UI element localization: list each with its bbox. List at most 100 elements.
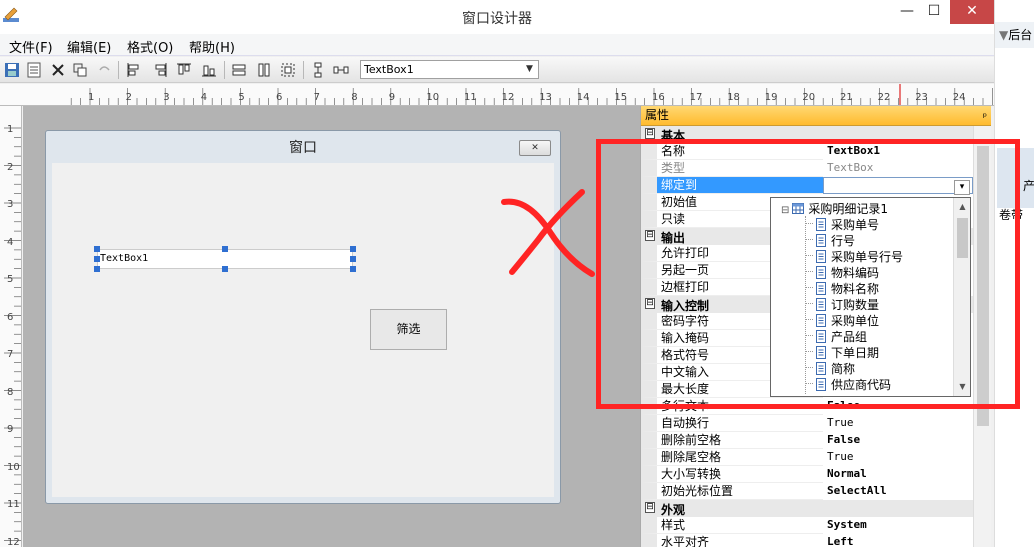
resize-handle[interactable] [350, 246, 356, 252]
background-window-tab[interactable]: ▼后台 [995, 22, 1034, 48]
prop-row-trim-leading[interactable]: 删除前空格 False [641, 432, 973, 449]
tree-field-item[interactable]: 采购单位 [805, 312, 879, 328]
align-left-icon[interactable] [126, 62, 142, 78]
menu-help[interactable]: 帮助(H) [189, 37, 235, 56]
pin-icon[interactable]: ᵖ [983, 108, 987, 127]
scroll-up-icon[interactable]: ▲ [956, 200, 969, 214]
save-icon[interactable] [4, 62, 20, 78]
menu-edit[interactable]: 编辑(E) [67, 37, 111, 56]
category-basic[interactable]: ⊟ 基本 [641, 126, 973, 143]
ruler-label: 23 [915, 92, 928, 103]
design-canvas[interactable]: 窗口 ✕ TextBox1 筛选 [23, 106, 640, 547]
ruler-label: 11 [464, 92, 477, 103]
tree-field-item[interactable]: 供应商代码 [805, 376, 891, 392]
prop-row-style[interactable]: 样式 System [641, 517, 973, 534]
scrollbar-thumb[interactable] [977, 146, 989, 426]
prop-row-case-convert[interactable]: 大小写转换 Normal [641, 466, 973, 483]
prop-row-bind-to[interactable]: 绑定到 [641, 177, 973, 194]
tree-field-item[interactable]: 下单日期 [805, 344, 879, 360]
tree-root-node[interactable]: ⊟ 采购明细记录1 [781, 200, 888, 216]
prop-name: 删除前空格 [641, 432, 823, 449]
collapse-icon[interactable]: ⊟ [645, 230, 655, 241]
ruler-label: 5 [238, 92, 245, 103]
resize-handle[interactable] [94, 246, 100, 252]
maximize-button[interactable]: ☐ [922, 0, 946, 24]
tree-field-label: 采购单号 [831, 218, 880, 232]
scroll-down-icon[interactable]: ▼ [956, 380, 969, 394]
same-width-icon[interactable] [231, 62, 247, 78]
properties-icon[interactable] [26, 62, 42, 78]
ruler-label: 12 [7, 536, 20, 547]
title-bar: 窗口设计器 — ☐ ✕ [0, 0, 994, 34]
prop-value[interactable]: True [823, 449, 973, 466]
align-right-icon[interactable] [152, 62, 168, 78]
ruler-label: 12 [501, 92, 515, 103]
control-selector[interactable]: TextBox1 ▼ [360, 60, 539, 79]
prop-row-horizontal-align[interactable]: 水平对齐 Left [641, 534, 973, 547]
tree-scrollbar[interactable]: ▲ ▼ [953, 198, 970, 396]
form-body[interactable]: TextBox1 筛选 [52, 163, 554, 497]
menu-format[interactable]: 格式(O) [127, 37, 173, 56]
resize-handle[interactable] [222, 246, 228, 252]
minimize-button[interactable]: — [895, 0, 919, 24]
prop-value[interactable]: Left [823, 534, 973, 547]
tree-expand-icon[interactable]: ⊟ [781, 205, 789, 216]
prop-row-name[interactable]: 名称 TextBox1 [641, 143, 973, 160]
tree-field-item[interactable]: 简称 [805, 360, 855, 376]
align-bottom-icon[interactable] [201, 62, 217, 78]
undo-icon[interactable] [96, 62, 112, 78]
vertical-spacing-icon[interactable] [310, 62, 326, 78]
tree-field-item[interactable]: 行号 [805, 232, 855, 248]
form-window[interactable]: 窗口 ✕ TextBox1 筛选 [45, 130, 561, 504]
field-icon [816, 250, 826, 263]
same-size-icon[interactable] [280, 62, 296, 78]
filter-button[interactable]: 筛选 [370, 309, 447, 350]
prop-row-multiline[interactable]: 多行文本 False [641, 398, 973, 415]
bind-to-input[interactable] [823, 177, 973, 194]
prop-value[interactable]: System [823, 517, 973, 534]
prop-name: 类型 [641, 160, 823, 177]
property-scrollbar[interactable] [973, 126, 991, 547]
field-tree-dropdown[interactable]: ⊟ 采购明细记录1 采购单号 行号 采购单号行号 物料编码 物料名称 订购数量 采购单位 产品组… [770, 197, 971, 397]
copy-icon[interactable] [72, 62, 88, 78]
prop-value[interactable]: True [823, 415, 973, 432]
resize-handle[interactable] [94, 256, 100, 262]
prop-row-trim-trailing[interactable]: 删除尾空格 True [641, 449, 973, 466]
tree-field-item[interactable]: 采购单号行号 [805, 248, 903, 264]
category-appearance[interactable]: ⊟ 外观 [641, 500, 973, 517]
prop-value[interactable]: TextBox1 [823, 143, 973, 160]
same-height-icon[interactable] [256, 62, 272, 78]
collapse-icon[interactable]: ⊟ [645, 502, 655, 513]
tree-field-item[interactable]: 订购数量 [805, 296, 879, 312]
prop-row-initial-cursor[interactable]: 初始光标位置 SelectAll [641, 483, 973, 500]
menu-file[interactable]: 文件(F) [9, 37, 53, 56]
resize-handle[interactable] [350, 256, 356, 262]
form-close-button[interactable]: ✕ [519, 140, 551, 156]
resize-handle[interactable] [350, 266, 356, 272]
prop-row-word-wrap[interactable]: 自动换行 True [641, 415, 973, 432]
prop-value[interactable]: False [823, 398, 973, 415]
prop-value[interactable]: SelectAll [823, 483, 973, 500]
scrollbar-thumb[interactable] [957, 218, 968, 258]
ruler-label: 1 [7, 124, 14, 135]
resize-handle[interactable] [94, 266, 100, 272]
collapse-icon[interactable]: ⊟ [645, 298, 655, 309]
background-window-text: 卷带 [999, 208, 1024, 222]
prop-name: 绑定到 [641, 177, 823, 194]
chevron-down-icon[interactable]: ▼ [522, 62, 537, 77]
delete-icon[interactable] [50, 62, 66, 78]
collapse-icon[interactable]: ⊟ [645, 128, 655, 139]
tree-field-item[interactable]: 采购单号 [805, 216, 880, 232]
prop-value[interactable]: Normal [823, 466, 973, 483]
ruler-label: 9 [7, 424, 14, 435]
tree-field-item[interactable]: 物料编码 [805, 264, 879, 280]
align-top-icon[interactable] [176, 62, 192, 78]
bind-to-dropdown-button[interactable]: ▾ [954, 180, 970, 195]
horizontal-spacing-icon[interactable] [333, 62, 349, 78]
prop-value[interactable]: False [823, 432, 973, 449]
resize-handle[interactable] [222, 266, 228, 272]
tree-field-item[interactable]: 物料名称 [805, 280, 879, 296]
tree-field-item[interactable]: 产品组 [805, 328, 867, 344]
close-button[interactable]: ✕ [950, 0, 994, 24]
prop-name: 自动换行 [641, 415, 823, 432]
